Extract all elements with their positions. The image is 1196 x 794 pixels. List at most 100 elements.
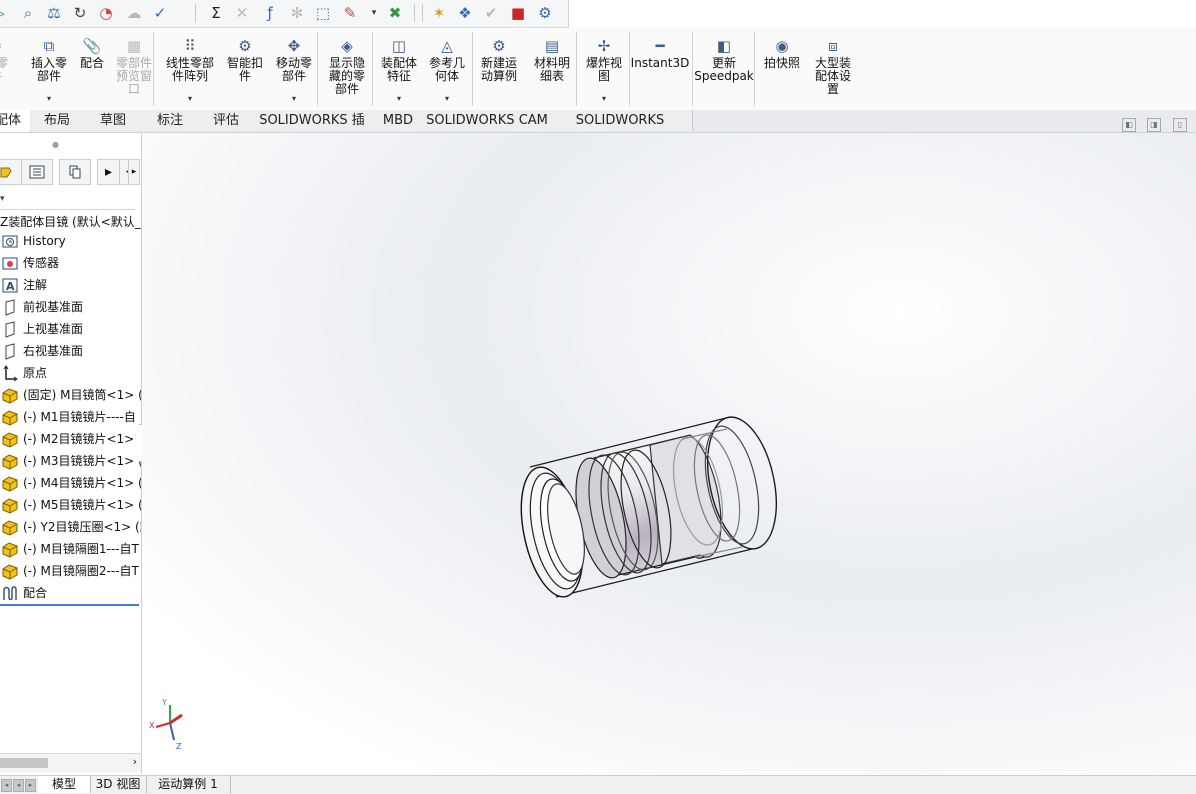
ribbon-button-mate[interactable]: 📎 配合 (75, 28, 109, 110)
fx-icon[interactable]: ƒ (260, 3, 280, 23)
prev-tab-icon[interactable]: ◂ (13, 779, 24, 792)
property-manager-tab-icon[interactable] (21, 159, 53, 185)
sum-icon[interactable]: Σ (206, 3, 226, 23)
rebuild-icon[interactable]: ↻ (70, 3, 90, 23)
sketch-icon[interactable]: ✕ (232, 3, 252, 23)
tree-node[interactable]: (-) M目镜隔圈2---自T (0, 561, 141, 582)
rollback-bar[interactable] (0, 604, 139, 606)
ribbon-button-smart-fasteners[interactable]: ⚙ 智能扣 件 (222, 28, 268, 110)
tree-node[interactable]: (-) M2目镜镜片<1> ( (0, 429, 141, 450)
first-tab-icon[interactable]: ◂ (1, 779, 12, 792)
simulate-icon[interactable]: ✶ (429, 3, 449, 23)
ribbon-button-exploded-view[interactable]: ✢ 爆炸视 图 ▾ (578, 28, 630, 110)
part-icon (1, 519, 19, 536)
tree-node[interactable]: 传感器 (0, 253, 141, 274)
tree-node[interactable]: 配合 (0, 583, 141, 604)
mass-properties-icon[interactable]: ⚖ (44, 3, 64, 23)
tree-node[interactable]: History (0, 231, 141, 252)
toolbar-separator (414, 4, 415, 22)
ribbon-dropdown-icon[interactable]: ▾ (25, 92, 73, 105)
measure-icon[interactable]: ⬚ (313, 3, 333, 23)
suppress-icon[interactable]: ☁ (124, 3, 144, 23)
mate-icon[interactable]: ❖ (455, 3, 475, 23)
ribbon-dropdown-icon[interactable]: ▾ (424, 92, 470, 105)
tab-8[interactable]: SOLIDWORKS CAM (426, 110, 549, 131)
tree-filter[interactable]: ▾ (0, 189, 135, 210)
ribbon-button-large-assembly[interactable]: ⧈ 大型装 配体设 置 (808, 28, 858, 110)
panel-grip-icon[interactable]: ● (52, 140, 59, 149)
ribbon-button-instant3d[interactable]: ━ Instant3D (630, 28, 690, 110)
ribbon-dropdown-icon[interactable]: ▾ (578, 92, 630, 105)
check-icon[interactable]: ✔ (481, 3, 501, 23)
ribbon-dropdown-icon[interactable]: ▾ (270, 92, 318, 105)
configuration-manager-tab-icon[interactable] (59, 159, 91, 185)
dropdown-icon[interactable]: ▾ (368, 3, 380, 23)
tree-node[interactable]: (-) M5目镜镜片<1> ( (0, 495, 141, 516)
component-preview-icon: ▦ (126, 37, 142, 55)
ribbon-button-move-component[interactable]: ✥ 移动零 部件 ▾ (270, 28, 318, 110)
exit-icon[interactable]: ✖ (385, 3, 405, 23)
tree-node[interactable]: (-) M1目镜镜片----自 (0, 407, 141, 428)
bottom-tab-3[interactable]: 运动算例 1 (146, 776, 231, 793)
tab-1[interactable]: 配体 (0, 110, 31, 132)
more-tabs-icon[interactable]: ▸ (97, 159, 120, 185)
ribbon-button-bill-of-materials[interactable]: ▤ 材料明 细表 (526, 28, 578, 110)
history-icon (1, 233, 19, 250)
tab-4[interactable]: 标注 (142, 110, 199, 131)
tree-node[interactable]: 上视基准面 (0, 319, 141, 340)
ribbon-button-label: 参考几 何体 (428, 56, 465, 83)
tree-node[interactable]: (-) M3目镜镜片<1> ( (0, 451, 141, 472)
tree-node[interactable]: 原点 (0, 363, 141, 384)
tree-node[interactable]: (-) M4目镜镜片<1> ( (0, 473, 141, 494)
tabs-scroll-right-icon[interactable]: ▸ (128, 159, 140, 185)
ribbon-button-insert-component[interactable]: ⧉ 插入零 部件 ▾ (25, 28, 73, 110)
tree-node[interactable]: (-) Y2目镜压圈<1> (默 (0, 517, 141, 538)
options-icon[interactable]: ✎ (340, 3, 360, 23)
zoom-icon[interactable]: ⌕ (18, 3, 38, 23)
tree-node[interactable]: (固定) M目镜筒<1> ( (0, 385, 141, 406)
tree-node[interactable]: A 注解 (0, 275, 141, 296)
tree-node[interactable]: (-) M目镜隔圈1---自T (0, 539, 141, 560)
ribbon-button-show-hidden[interactable]: ◈ 显示隐 藏的零 部件 (320, 28, 374, 110)
tree-node-label: (固定) M目镜筒<1> ( (23, 388, 141, 402)
horizontal-scrollbar[interactable]: › (0, 753, 141, 772)
ribbon-button-label: 新建运 动算例 (480, 56, 517, 83)
tree-node-label: 上视基准面 (23, 322, 84, 336)
ribbon-dropdown-icon[interactable]: ▾ (374, 92, 424, 105)
ribbon-button-assembly-features[interactable]: ◫ 装配体 特征 ▾ (374, 28, 424, 110)
tab-7[interactable]: MBD (370, 110, 427, 131)
exploded-view-icon: ✢ (597, 37, 611, 55)
record-icon[interactable]: ■ (508, 3, 528, 23)
verify-icon[interactable]: ✓ (150, 3, 170, 23)
tab-6[interactable]: SOLIDWORKS 插件 (254, 110, 371, 149)
bottom-tab-1[interactable]: 模型 (38, 776, 91, 793)
pin-icon[interactable]: ▯ (1173, 118, 1187, 132)
tree-node[interactable]: 右视基准面 (0, 341, 141, 362)
tab-2[interactable]: 布局 (30, 110, 85, 131)
settings-icon[interactable]: ⚙ (535, 3, 555, 23)
feature-tree-tab-icon[interactable] (0, 159, 22, 185)
collapse-right-icon[interactable]: ◨ (1147, 118, 1161, 132)
curve-icon[interactable]: ✻ (287, 3, 307, 23)
assembly-root-node[interactable]: Z装配体目镜 (默认<默认_ (0, 213, 141, 231)
ribbon-button-snapshot[interactable]: ◉ 拍快照 (756, 28, 808, 110)
scroll-right-icon[interactable]: › (133, 755, 137, 768)
ribbon-button-label: 编零 件 (0, 56, 8, 83)
performance-icon[interactable]: ◔ (96, 3, 116, 23)
tab-5[interactable]: 评估 (198, 110, 255, 131)
tree-node[interactable]: 前视基准面 (0, 297, 141, 318)
ribbon-button-reference-geometry[interactable]: ◬ 参考几 何体 ▾ (424, 28, 470, 110)
tab-9[interactable]: SOLIDWORKS Inspection (548, 110, 693, 149)
graphics-area[interactable]: Y X Z (142, 133, 1196, 774)
select-icon[interactable]: ▹ (0, 3, 11, 23)
ribbon-button-linear-pattern[interactable]: ⠿ 线性零部 件阵列 ▾ (160, 28, 220, 110)
ribbon-dropdown-icon[interactable]: ▾ (160, 92, 220, 105)
ribbon-button-update-speedpak[interactable]: ◧ 更新 Speedpak (694, 28, 754, 110)
scroll-thumb[interactable] (0, 758, 48, 768)
ribbon-button-new-motion-study[interactable]: ⚙ 新建运 动算例 (474, 28, 524, 110)
bottom-tab-2[interactable]: 3D 视图 (90, 776, 147, 793)
assembly-features-icon: ◫ (391, 37, 407, 55)
tab-3[interactable]: 草图 (84, 110, 143, 131)
collapse-left-icon[interactable]: ◧ (1122, 118, 1136, 132)
next-tab-icon[interactable]: ▸ (25, 779, 36, 792)
